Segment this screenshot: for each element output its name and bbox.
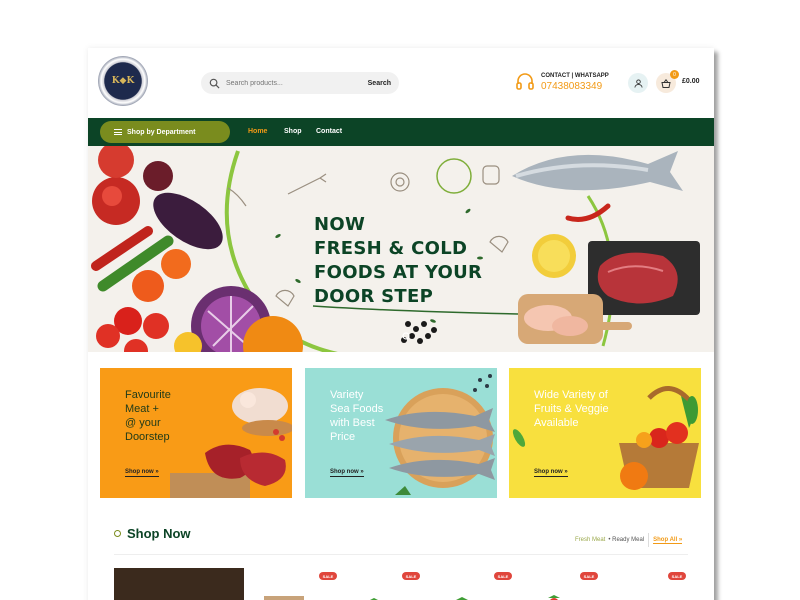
search-icon [209,78,220,89]
product-card-featured[interactable] [114,568,244,600]
sale-badge: SALE [402,572,420,580]
sale-badge: SALE [668,572,686,580]
sale-badge: SALE [580,572,598,580]
search-bar: Search [201,72,399,94]
product-image [548,595,560,600]
main-nav: Shop by Department Home Shop Contact [88,118,714,146]
product-image [456,597,468,600]
basket-icon [661,78,671,88]
hero-banner[interactable]: NOW FRESH & COLD FOODS AT YOUR DOOR STEP [88,146,714,352]
account-button[interactable] [628,73,648,93]
product-tabs: Fresh Meat • Ready Meal Shop All » [575,533,683,547]
promo-card-seafood[interactable]: Variety Sea Foods with Best Price Shop n… [305,368,497,498]
contact-title: CONTACT | WHATSAPP [541,72,609,79]
promo-title: Favourite Meat + @ your Doorstep [125,389,171,443]
contact-phone[interactable]: 07438083349 [541,81,609,92]
product-card[interactable]: SALE [534,568,618,600]
brand-logo[interactable]: K◆K [98,56,148,106]
search-input[interactable] [226,79,368,87]
product-card[interactable]: SALE [444,568,528,600]
tab-ready-meal[interactable]: • Ready Meal [608,537,644,543]
headset-icon [516,73,534,90]
nav-link-home[interactable]: Home [248,128,267,135]
product-card[interactable]: SALE [622,568,688,600]
storefront-page: K◆K Search CONTACT | WHATSAPP 0743808334… [88,48,714,600]
shop-by-department-button[interactable]: Shop by Department [100,121,230,143]
hero-line: DOOR STEP [314,286,434,307]
shop-now-link[interactable]: Shop now » [534,469,568,477]
divider [114,554,688,555]
sale-badge: SALE [494,572,512,580]
hero-line: FOODS AT YOUR [314,262,483,283]
shop-now-link[interactable]: Shop now » [330,469,364,477]
divider [648,533,650,547]
shop-now-heading: Shop Now [114,526,191,541]
promo-title: Variety Sea Foods with Best Price [330,389,384,443]
hero-heading: NOW FRESH & COLD FOODS AT YOUR DOOR STEP [314,213,482,309]
hero-line: FRESH & COLD [314,238,468,259]
user-icon [633,78,643,88]
shop-now-link[interactable]: Shop now » [125,469,159,477]
header: K◆K Search CONTACT | WHATSAPP 0743808334… [88,48,714,118]
contact-block: CONTACT | WHATSAPP 07438083349 [515,72,609,92]
shop-all-link[interactable]: Shop All » [653,537,683,544]
promo-title: Wide Variety of Fruits & Veggie Availabl… [534,389,609,429]
nav-link-contact[interactable]: Contact [316,128,342,135]
tab-fresh-meat[interactable]: Fresh Meat [575,537,605,543]
product-image [370,598,378,600]
bullet-icon [114,530,121,537]
cart-count-badge: 0 [670,70,679,79]
logo-text: K◆K [111,76,135,86]
product-row: SALE SALE SALE SALE SALE [114,568,688,600]
hero-line: NOW [314,214,366,235]
department-label: Shop by Department [127,128,196,136]
sale-badge: SALE [319,572,337,580]
promo-card-fruits[interactable]: Wide Variety of Fruits & Veggie Availabl… [509,368,701,498]
nav-link-shop[interactable]: Shop [284,128,302,135]
promo-card-meat[interactable]: Favourite Meat + @ your Doorstep Shop no… [100,368,292,498]
product-card[interactable]: SALE [354,568,438,600]
product-card[interactable]: SALE [262,568,346,600]
menu-icon [114,129,122,135]
cart-total[interactable]: £0.00 [682,78,700,85]
section-title: Shop Now [127,526,191,541]
search-button[interactable]: Search [368,80,391,87]
